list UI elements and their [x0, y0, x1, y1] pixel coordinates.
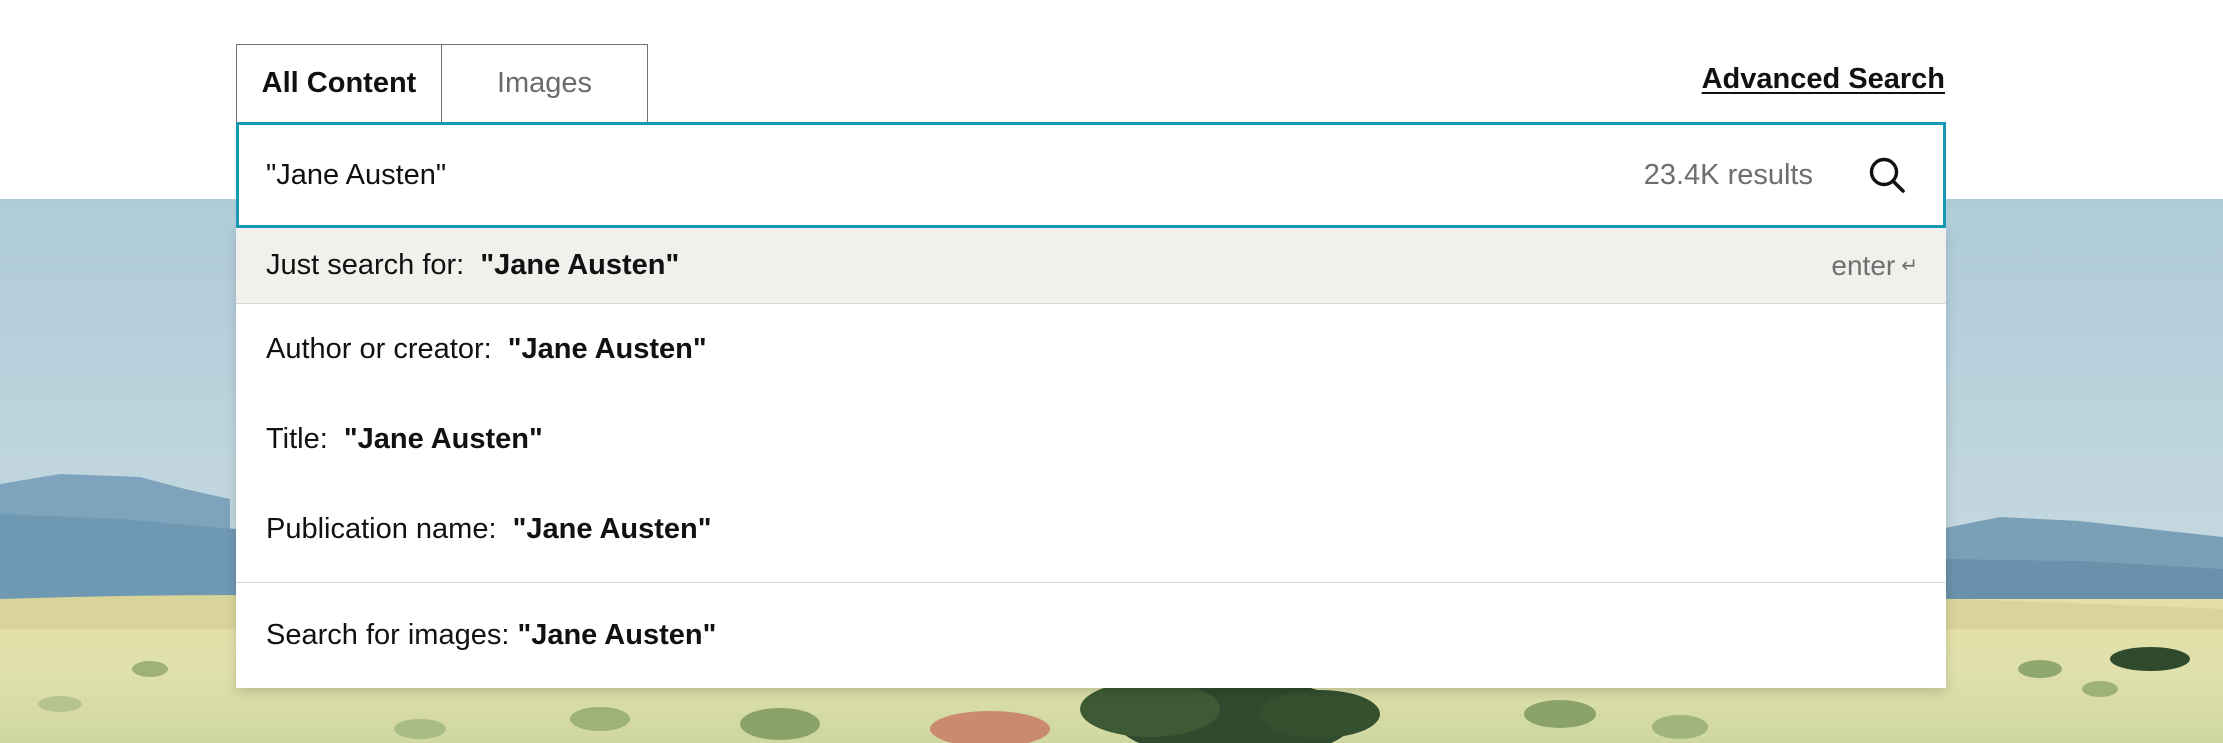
enter-hint-label: enter	[1831, 249, 1896, 281]
suggestion-term: "Jane Austen"	[480, 249, 680, 281]
suggestion-author-or-creator[interactable]: Author or creator: "Jane Austen"	[236, 304, 1946, 394]
suggestion-term: "Jane Austen"	[517, 619, 717, 651]
suggestion-search-images[interactable]: Search for images: "Jane Austen"	[236, 583, 1946, 688]
suggestion-label: Search for images:	[266, 619, 518, 651]
suggestion-publication-name[interactable]: Publication name: "Jane Austen"	[236, 484, 1946, 574]
search-box: 23.4K results	[236, 122, 1946, 228]
advanced-search-link[interactable]: Advanced Search	[1702, 63, 1945, 96]
suggestion-term: "Jane Austen"	[343, 422, 543, 455]
suggestion-label: Publication name:	[266, 512, 513, 545]
suggestion-label: Title:	[266, 422, 344, 455]
suggestion-just-search[interactable]: Just search for: "Jane Austen" enter ↵	[236, 228, 1946, 304]
tab-all-content[interactable]: All Content	[236, 44, 442, 122]
enter-key-icon: ↵	[1901, 255, 1918, 277]
search-input[interactable]	[239, 124, 1644, 226]
suggestion-term: "Jane Austen"	[507, 332, 707, 365]
search-tabs: All Content Images	[236, 44, 648, 122]
suggestion-title[interactable]: Title: "Jane Austen"	[236, 394, 1946, 484]
search-suggestions-dropdown: Just search for: "Jane Austen" enter ↵ A…	[236, 228, 1946, 688]
suggestion-label: Just search for:	[266, 249, 481, 281]
result-count: 23.4K results	[1643, 158, 1813, 191]
search-button[interactable]	[1865, 153, 1909, 197]
suggestion-term: "Jane Austen"	[512, 512, 712, 545]
search-icon	[1869, 157, 1905, 193]
suggestion-label: Author or creator:	[266, 332, 508, 365]
enter-hint: enter ↵	[1831, 250, 1918, 282]
tab-images[interactable]: Images	[441, 44, 648, 122]
